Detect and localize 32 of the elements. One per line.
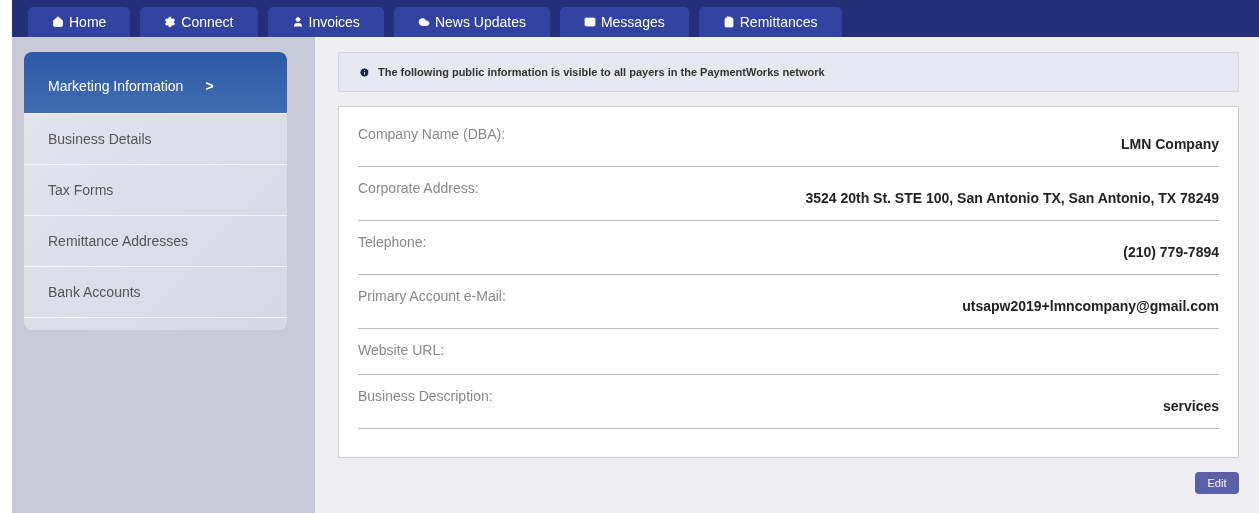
nav-tab[interactable]: News Updates [393, 7, 550, 37]
field-label: Telephone: [358, 233, 427, 252]
cloud-icon [417, 16, 430, 28]
settings-icon [164, 16, 177, 28]
info-icon [359, 66, 370, 78]
field-value: services [1162, 397, 1219, 416]
sidebar-item[interactable]: Business Details [24, 114, 287, 165]
sidebar-item[interactable]: Bank Accounts [24, 267, 287, 318]
edit-button[interactable]: Edit [1195, 472, 1239, 494]
field-value: utsapw2019+lmncompany@gmail.com [962, 297, 1219, 316]
nav-tab[interactable]: Connect [140, 7, 258, 37]
field-label: Business Description: [358, 387, 493, 406]
field-label: Primary Account e-Mail: [358, 287, 506, 306]
field-label: Website URL: [358, 341, 445, 360]
nav-tab[interactable]: Messages [559, 7, 689, 37]
sidebar-item[interactable]: Marketing Information > [24, 52, 287, 114]
nav-tab[interactable]: Invoices [267, 7, 384, 37]
user-icon [291, 16, 304, 28]
sidebar-item[interactable]: Tax Forms [24, 165, 287, 216]
home-icon [52, 16, 64, 28]
clipboard-icon [722, 16, 735, 28]
notice-text: The following public information is visible to all payers in the PaymentWorks network [378, 64, 825, 80]
nav-tab[interactable]: Remittances [698, 7, 842, 37]
field-label: Corporate Address: [358, 179, 479, 198]
envelope-icon [583, 16, 596, 28]
field-label: Company Name (DBA): [358, 125, 506, 144]
chevron-icon: > [205, 76, 214, 97]
field-value: LMN Company [1121, 135, 1219, 154]
nav-tab[interactable]: Home [28, 7, 131, 37]
field-value: (210) 779-7894 [1123, 243, 1219, 262]
field-value: 3524 20th St. STE 100, San Antonio TX, San Antonio, TX 78249 [805, 189, 1219, 208]
sidebar-item[interactable]: Remittance Addresses [24, 216, 287, 267]
